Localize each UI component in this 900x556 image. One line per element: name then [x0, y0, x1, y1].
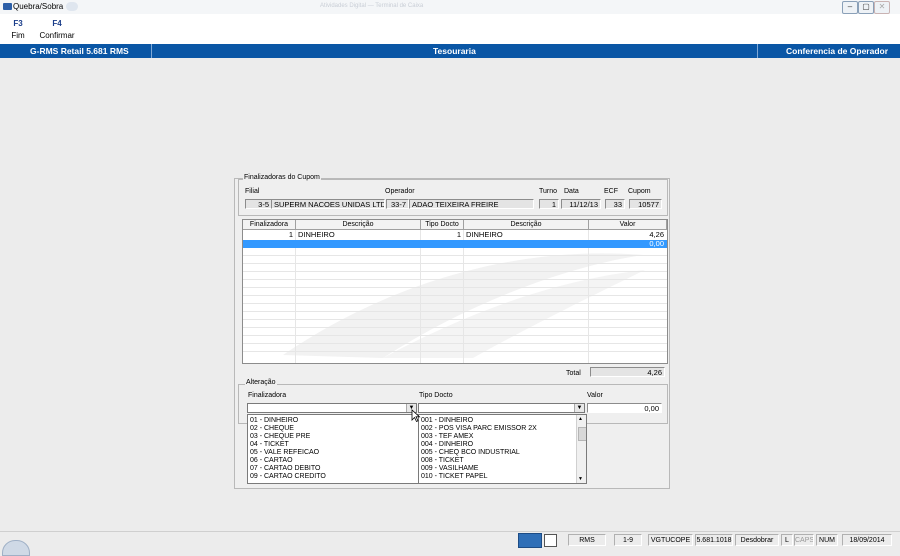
list-item[interactable]: 04 - TICKET	[250, 441, 289, 449]
col-descricao[interactable]: Descrição	[296, 220, 421, 230]
list-item[interactable]: 02 - CHEQUE	[250, 425, 294, 433]
status-version: 5.681.1018	[695, 534, 733, 546]
module-name: Tesouraria	[433, 46, 476, 56]
status-date: 18/09/2014	[842, 534, 892, 546]
finalizadoras-grid[interactable]: Finalizadora Descrição Tipo Docto Descri…	[242, 219, 668, 364]
header-divider	[757, 44, 758, 58]
row-valor: 0,00	[649, 239, 664, 248]
confirmar-key: F4	[52, 19, 62, 28]
status-system: RMS	[568, 534, 606, 546]
fim-label: Fim	[11, 31, 25, 40]
col-finalizadora[interactable]: Finalizadora	[243, 220, 296, 230]
operador-label: Operador	[385, 188, 415, 195]
data-field: 11/12/13	[561, 199, 601, 209]
row-tipo-descricao: DINHEIRO	[466, 230, 503, 239]
turno-label: Turno	[539, 188, 558, 195]
quick-access-icon[interactable]	[66, 2, 78, 11]
row-finalizadora: 1	[288, 230, 293, 239]
status-bar: RMS 1-9 VGTUCOPE 5.681.1018 Desdobrar L …	[0, 531, 900, 556]
window-caption: Atividades Digital — Terminal de Caixa	[320, 3, 424, 9]
list-item[interactable]: 008 - TICKET	[421, 457, 464, 465]
fim-key: F3	[13, 19, 23, 28]
list-item[interactable]: 009 - VASILHAME	[421, 465, 478, 473]
list-item[interactable]: 001 - DINHEIRO	[421, 417, 473, 425]
function-key-toolbar: F3 Fim F4 Confirmar	[0, 14, 900, 45]
row-tipo: 1	[456, 230, 461, 239]
status-caps: CAPS	[794, 534, 814, 546]
list-item[interactable]: 03 - CHEQUE PRE	[250, 433, 310, 441]
window-title: Quebra/Sobra	[13, 2, 64, 11]
col-tipo-docto[interactable]: Tipo Docto	[421, 220, 464, 230]
scroll-thumb[interactable]	[578, 427, 586, 441]
cupom-group-title: Finalizadoras do Cupom	[243, 174, 321, 181]
cupom-field: 10577	[629, 199, 662, 209]
app-icon	[3, 3, 12, 10]
filial-label: Filial	[245, 188, 260, 195]
total-label: Total	[566, 370, 581, 377]
col-valor[interactable]: Valor	[589, 220, 667, 230]
data-label: Data	[564, 188, 579, 195]
cupom-label: Cupom	[628, 188, 651, 195]
valor-input[interactable]: 0,00	[587, 403, 662, 413]
list-item[interactable]: 003 - TEF AMEX	[421, 433, 473, 441]
alteracao-group-title: Alteração	[245, 379, 277, 386]
status-user: VGTUCOPE	[648, 534, 693, 546]
list-item[interactable]: 09 - CARTAO CREDITO	[250, 473, 326, 481]
chevron-down-icon[interactable]: ▼	[574, 404, 584, 412]
ecf-field: 33	[605, 199, 625, 209]
finalizadora-select[interactable]: ▼	[247, 403, 417, 413]
operador-name-field: ADAO TEIXEIRA FREIRE	[409, 199, 534, 209]
status-l: L	[781, 534, 793, 546]
cupom-group	[238, 179, 668, 216]
valor-label: Valor	[587, 392, 603, 399]
finalizadora-options-list[interactable]: 01 - DINHEIRO 02 - CHEQUE 03 - CHEQUE PR…	[247, 414, 419, 484]
title-bar: Quebra/Sobra Atividades Digital — Termin…	[0, 0, 900, 14]
screen-name: Conferencia de Operador	[786, 46, 889, 56]
status-num: NUM	[816, 534, 838, 546]
status-page: 1-9	[614, 534, 642, 546]
total-field: 4,26	[590, 367, 665, 377]
tipo-docto-label: Tipo Docto	[419, 392, 453, 399]
ecf-label: ECF	[604, 188, 618, 195]
confirmar-label: Confirmar	[39, 31, 75, 40]
list-item[interactable]: 07 - CARTAO DEBITO	[250, 465, 320, 473]
scroll-down-icon[interactable]: ▼	[578, 476, 583, 482]
filial-name-field: SUPERM NACOES UNIDAS LTDA	[271, 199, 385, 209]
filial-code-field: 3-5	[245, 199, 272, 209]
start-orb-icon[interactable]	[2, 540, 30, 556]
tipo-docto-options-list[interactable]: 001 - DINHEIRO 002 - POS VISA PARC EMISS…	[418, 414, 587, 484]
list-item[interactable]: 010 - TICKET PAPEL	[421, 473, 488, 481]
list-item[interactable]: 06 - CARTAO	[250, 457, 293, 465]
minimize-button[interactable]: ‒	[842, 1, 858, 14]
finalizadora-label: Finalizadora	[248, 392, 287, 399]
table-row-selected[interactable]: 0,00	[243, 240, 667, 248]
list-scrollbar[interactable]: ▲ ▼	[576, 415, 586, 483]
scroll-up-icon[interactable]: ▲	[578, 416, 583, 422]
module-header: G-RMS Retail 5.681 RMS Tesouraria Confer…	[0, 44, 900, 58]
list-item[interactable]: 05 - VALE REFEICAO	[250, 449, 319, 457]
list-item[interactable]: 002 - POS VISA PARC EMISSOR 2X	[421, 425, 537, 433]
network-icon	[518, 533, 542, 548]
product-name: G-RMS Retail 5.681 RMS	[30, 46, 129, 56]
fim-button[interactable]: F3 Fim	[8, 19, 28, 40]
list-item[interactable]: 01 - DINHEIRO	[250, 417, 298, 425]
status-mode: Desdobrar	[735, 534, 779, 546]
table-row[interactable]: 1 DINHEIRO 1 DINHEIRO 4,26	[243, 231, 667, 239]
list-item[interactable]: 004 - DINHEIRO	[421, 441, 473, 449]
close-button[interactable]: ✕	[874, 1, 890, 14]
list-item[interactable]: 005 - CHEQ BCO INDUSTRIAL	[421, 449, 520, 457]
maximize-button[interactable]: ▢	[858, 1, 874, 14]
col-tipo-descricao[interactable]: Descrição	[464, 220, 589, 230]
operador-code-field: 33-7	[386, 199, 409, 209]
row-descricao: DINHEIRO	[298, 230, 335, 239]
tipo-docto-select[interactable]: ▼	[418, 403, 585, 413]
header-divider	[151, 44, 152, 58]
clipboard-icon	[544, 534, 557, 547]
turno-field: 1	[539, 199, 559, 209]
mouse-cursor-icon	[411, 409, 421, 423]
confirmar-button[interactable]: F4 Confirmar	[38, 19, 76, 40]
row-valor: 4,26	[649, 230, 664, 239]
